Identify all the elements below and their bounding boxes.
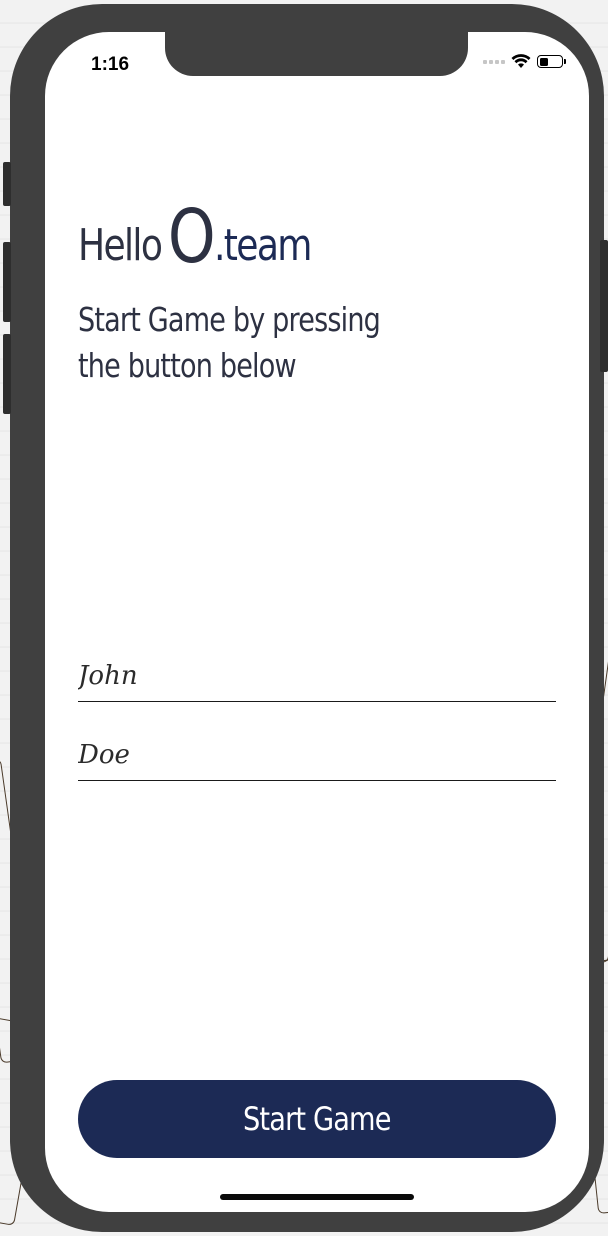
battery-icon [537, 55, 566, 68]
title-hello: Hello [78, 220, 163, 271]
instructions: Start Game by pressing the button below [78, 297, 406, 389]
app-screen: 1:16 HelloO.team Start Game by pressing … [45, 32, 589, 1212]
status-icons [483, 54, 566, 69]
logo-letter: O [167, 194, 216, 280]
power-button [600, 240, 608, 372]
page-title: HelloO.team [78, 200, 313, 274]
battery-level [539, 57, 548, 66]
volume-up-button [3, 242, 11, 322]
instructions-line-2: the button below [78, 346, 297, 385]
status-time: 1:16 [91, 54, 130, 75]
volume-down-button [3, 334, 11, 414]
silent-switch [3, 162, 11, 206]
first-name-field [78, 650, 556, 702]
first-name-input[interactable] [78, 650, 556, 701]
last-name-field [78, 729, 556, 781]
instructions-line-1: Start Game by pressing [78, 300, 381, 339]
title-team: .team [213, 220, 313, 271]
notch [165, 32, 468, 76]
home-indicator[interactable] [220, 1194, 414, 1200]
phone-frame: 1:16 HelloO.team Start Game by pressing … [10, 4, 604, 1232]
wifi-icon [511, 54, 531, 68]
start-game-label: Start Game [243, 1100, 391, 1138]
signal-dots-icon [483, 59, 505, 64]
start-game-button[interactable]: Start Game [78, 1080, 556, 1158]
last-name-input[interactable] [78, 729, 556, 780]
